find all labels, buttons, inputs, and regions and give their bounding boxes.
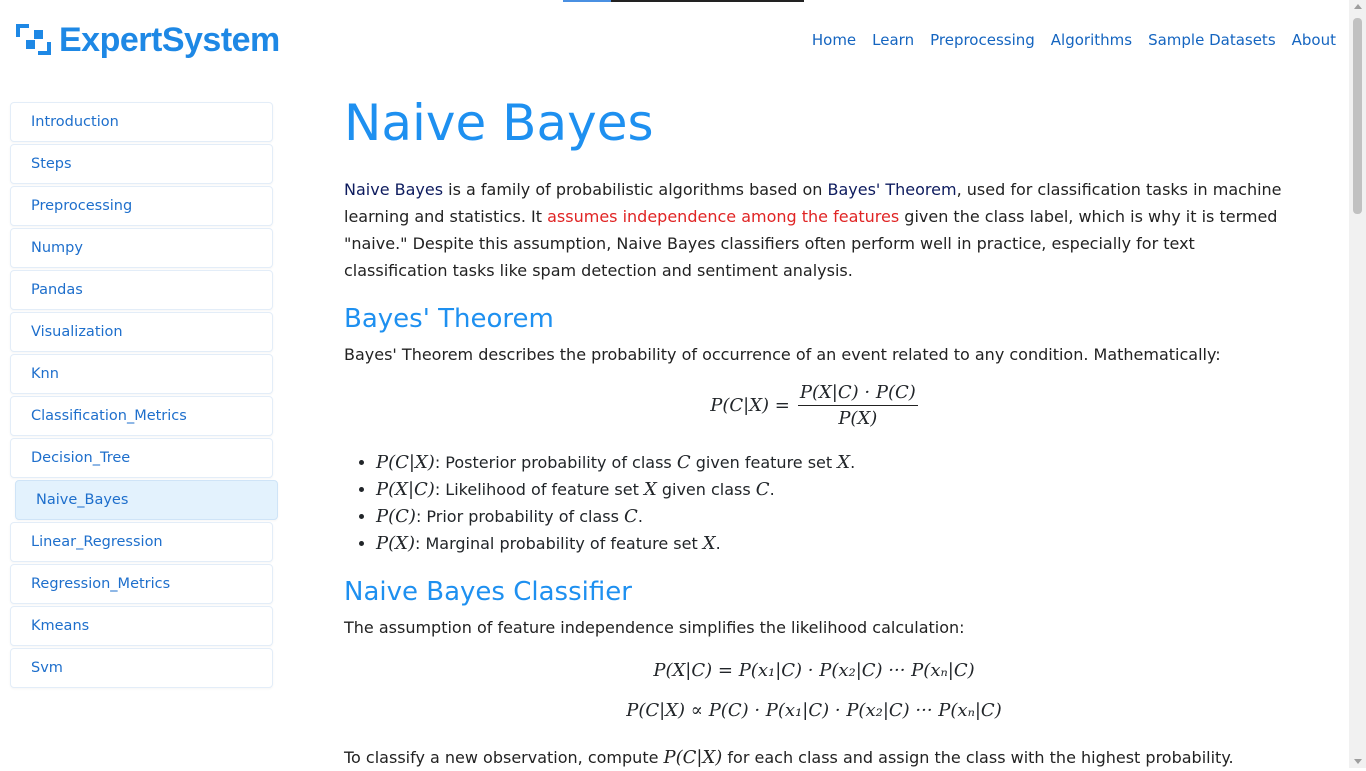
- term-text: .: [715, 534, 721, 553]
- term-var: X: [702, 533, 716, 554]
- nav-sample-datasets[interactable]: Sample Datasets: [1148, 31, 1276, 49]
- sidebar-item-introduction[interactable]: Introduction: [10, 102, 273, 142]
- sidebar-item-numpy[interactable]: Numpy: [10, 228, 273, 268]
- intro-term-bayes-theorem: Bayes' Theorem: [827, 180, 957, 199]
- heading-naive-bayes-classifier: Naive Bayes Classifier: [344, 577, 632, 607]
- term-text: given feature set: [690, 453, 838, 472]
- instruction-text: for each class and assign the class with…: [722, 748, 1234, 767]
- term-var: C: [755, 479, 770, 500]
- term-symbol: P(C|X): [376, 452, 435, 473]
- classifier-description: The assumption of feature independence s…: [344, 618, 965, 637]
- main-content: Naive Bayes Naive Bayes is a family of p…: [344, 90, 1284, 771]
- list-item: P(X): Marginal probability of feature se…: [376, 530, 1284, 557]
- term-var: C: [676, 452, 691, 473]
- scrollbar-thumb[interactable]: [1353, 18, 1362, 214]
- classify-instruction: To classify a new observation, compute P…: [344, 745, 1284, 771]
- instruction-text: To classify a new observation, compute: [344, 748, 664, 767]
- term-symbol: P(C): [376, 506, 416, 527]
- sidebar-item-preprocessing[interactable]: Preprocessing: [10, 186, 273, 226]
- top-navigation: Home Learn Preprocessing Algorithms Samp…: [812, 31, 1336, 49]
- classifier-equations: P(X|C) = P(x₁|C) · P(x₂|C) ··· P(xₙ|C) P…: [344, 651, 1284, 731]
- likelihood-equation: P(X|C) = P(x₁|C) · P(x₂|C) ··· P(xₙ|C): [653, 660, 975, 681]
- term-symbol: P(X|C): [376, 479, 435, 500]
- sidebar-item-naive-bayes[interactable]: Naive_Bayes: [15, 480, 278, 520]
- bayes-formula: P(C|X) = P(X|C) · P(C) P(X): [344, 382, 1284, 429]
- logo-text: ExpertSystem: [59, 20, 280, 59]
- intro-term-naive-bayes: Naive Bayes: [344, 180, 444, 199]
- site-logo[interactable]: ExpertSystem: [16, 20, 280, 60]
- sidebar-item-kmeans[interactable]: Kmeans: [10, 606, 273, 646]
- sidebar-item-decision-tree[interactable]: Decision_Tree: [10, 438, 273, 478]
- term-var: X: [837, 452, 851, 473]
- heading-bayes-theorem: Bayes' Theorem: [344, 304, 554, 334]
- posterior-equation: P(C|X) ∝ P(C) · P(x₁|C) · P(x₂|C) ··· P(…: [626, 700, 1002, 721]
- sidebar-item-knn[interactable]: Knn: [10, 354, 273, 394]
- logo-icon: [16, 23, 51, 55]
- nav-algorithms[interactable]: Algorithms: [1051, 31, 1132, 49]
- page-scrollbar[interactable]: [1349, 0, 1366, 768]
- page-title: Naive Bayes: [344, 94, 654, 152]
- term-var: C: [624, 506, 638, 527]
- nav-learn[interactable]: Learn: [872, 31, 914, 49]
- term-text: : Posterior probability of class: [434, 453, 677, 472]
- sidebar-item-regression-metrics[interactable]: Regression_Metrics: [10, 564, 273, 604]
- reading-progress-bar: [563, 0, 804, 2]
- scroll-up-icon[interactable]: [1354, 4, 1362, 9]
- nav-home[interactable]: Home: [812, 31, 856, 49]
- nav-preprocessing[interactable]: Preprocessing: [930, 31, 1035, 49]
- bayes-description: Bayes' Theorem describes the probability…: [344, 345, 1221, 364]
- term-text: : Marginal probability of feature set: [414, 534, 703, 553]
- sidebar-item-visualization[interactable]: Visualization: [10, 312, 273, 352]
- term-text: .: [850, 453, 856, 472]
- intro-paragraph: Naive Bayes is a family of probabilistic…: [344, 176, 1284, 284]
- term-text: : Prior probability of class: [415, 507, 625, 526]
- term-var: X: [643, 479, 657, 500]
- bayes-term-list: P(C|X): Posterior probability of class C…: [344, 449, 1284, 557]
- sidebar: Introduction Steps Preprocessing Numpy P…: [10, 102, 278, 690]
- sidebar-item-svm[interactable]: Svm: [10, 648, 273, 688]
- reading-progress-fill: [563, 0, 612, 2]
- list-item: P(C|X): Posterior probability of class C…: [376, 449, 1284, 476]
- list-item: P(X|C): Likelihood of feature set X give…: [376, 476, 1284, 503]
- term-text: .: [769, 480, 775, 499]
- term-text: .: [637, 507, 643, 526]
- term-text: : Likelihood of feature set: [434, 480, 644, 499]
- sidebar-item-pandas[interactable]: Pandas: [10, 270, 273, 310]
- bayes-formula-denominator: P(X): [838, 408, 878, 429]
- bayes-formula-lhs: P(C|X) =: [710, 395, 790, 416]
- bayes-formula-numerator: P(X|C) · P(C): [797, 382, 918, 406]
- bayes-formula-fraction: P(X|C) · P(C) P(X): [797, 382, 918, 429]
- sidebar-item-steps[interactable]: Steps: [10, 144, 273, 184]
- sidebar-item-classification-metrics[interactable]: Classification_Metrics: [10, 396, 273, 436]
- sidebar-item-linear-regression[interactable]: Linear_Regression: [10, 522, 273, 562]
- nav-about[interactable]: About: [1292, 31, 1336, 49]
- instruction-symbol: P(C|X): [663, 747, 723, 768]
- intro-text-1: is a family of probabilistic algorithms …: [443, 180, 828, 199]
- scroll-down-icon[interactable]: [1354, 759, 1362, 764]
- term-text: given class: [656, 480, 756, 499]
- term-symbol: P(X): [376, 533, 415, 554]
- intro-highlight: assumes independence among the features: [547, 207, 900, 226]
- list-item: P(C): Prior probability of class C.: [376, 503, 1284, 530]
